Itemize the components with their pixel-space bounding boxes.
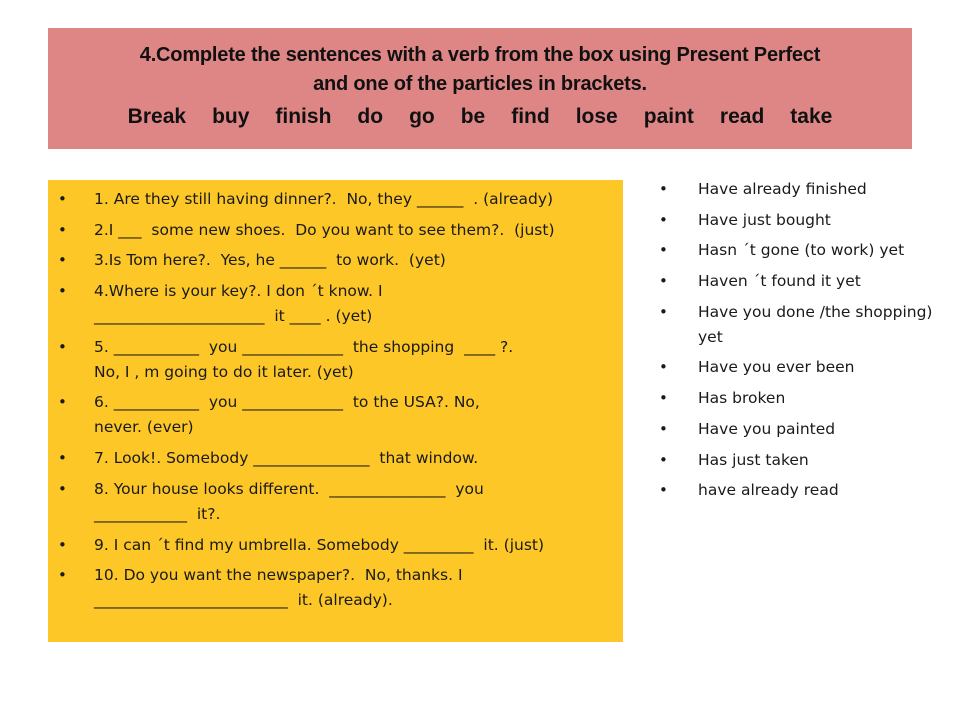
exercise-item: • 9. I can ´t find my umbrella. Somebody … xyxy=(48,533,623,558)
answer-item: • Have you painted xyxy=(656,417,946,442)
answer-text: Haven ´t found it yet xyxy=(698,272,861,291)
answer-text: Have you done /the shopping) yet xyxy=(698,302,933,346)
bullet-icon: • xyxy=(58,337,67,356)
bullet-icon: • xyxy=(659,272,668,291)
bullet-icon: • xyxy=(58,566,67,585)
answer-text: Have just bought xyxy=(698,210,831,229)
verb-word: lose xyxy=(575,105,618,128)
instruction-line-2: and one of the particles in brackets. xyxy=(313,73,647,95)
verb-word: finish xyxy=(275,105,332,128)
bullet-icon: • xyxy=(659,481,668,500)
bullet-icon: • xyxy=(659,241,668,260)
answer-text: Have you ever been xyxy=(698,358,855,377)
answer-item: • Hasn ´t gone (to work) yet xyxy=(656,238,946,263)
exercise-text: 4.Where is your key?. I don ´t know. I _… xyxy=(94,282,383,326)
bullet-icon: • xyxy=(659,302,668,321)
bullet-icon: • xyxy=(58,535,67,554)
verb-word: do xyxy=(357,105,384,128)
answer-text: Have you painted xyxy=(698,419,836,438)
answer-item: • Has broken xyxy=(656,386,946,411)
exercise-text: 5. ___________ you _____________ the sho… xyxy=(94,337,514,381)
answer-text: Have already finished xyxy=(698,180,867,198)
bullet-icon: • xyxy=(659,358,668,377)
exercise-item: • 6. ___________ you _____________ to the… xyxy=(48,390,623,440)
bullet-icon: • xyxy=(659,210,668,229)
bullet-icon: • xyxy=(58,479,67,498)
exercise-list: • 1. Are they still having dinner?. No, t… xyxy=(48,187,623,619)
bullet-icon: • xyxy=(659,450,668,469)
answer-item: • have already read xyxy=(656,478,946,503)
exercise-text: 3.Is Tom here?. Yes, he ______ to work. … xyxy=(94,251,446,270)
bullet-icon: • xyxy=(58,282,67,301)
bullet-icon: • xyxy=(58,251,67,270)
answer-item: • Have just bought xyxy=(656,208,946,233)
bullet-icon: • xyxy=(659,180,668,198)
verb-word: find xyxy=(511,105,550,128)
instruction-line-1: 4.Complete the sentences with a verb fro… xyxy=(139,44,821,66)
exercise-text: 2.I ___ some new shoes. Do you want to s… xyxy=(94,220,555,239)
exercise-text: 10. Do you want the newspaper?. No, than… xyxy=(94,566,463,610)
exercise-item: • 5. ___________ you _____________ the sh… xyxy=(48,335,623,385)
bullet-icon: • xyxy=(58,220,67,239)
exercise-panel: • 1. Are they still having dinner?. No, t… xyxy=(48,180,623,642)
exercise-item: • 10. Do you want the newspaper?. No, tha… xyxy=(48,563,623,613)
exercise-item: • 3.Is Tom here?. Yes, he ______ to work.… xyxy=(48,248,623,273)
answer-text: Has just taken xyxy=(698,450,809,469)
verb-word: buy xyxy=(212,105,250,128)
answer-item: • Have already finished xyxy=(656,177,946,202)
instruction-header: 4.Complete the sentences with a verb fro… xyxy=(48,28,912,149)
answer-key-list: • Have already finished • Have just bought… xyxy=(656,177,946,509)
exercise-text: 8. Your house looks different. _________… xyxy=(94,479,484,523)
verb-word: Break xyxy=(127,105,187,128)
exercise-text: 9. I can ´t find my umbrella. Somebody _… xyxy=(94,535,545,554)
bullet-icon: • xyxy=(659,389,668,408)
verb-word: read xyxy=(719,105,765,128)
exercise-item: • 2.I ___ some new shoes. Do you want to … xyxy=(48,218,623,243)
exercise-text: 6. ___________ you _____________ to the … xyxy=(94,393,480,437)
answer-text: Hasn ´t gone (to work) yet xyxy=(698,241,905,260)
answer-item: • Haven ´t found it yet xyxy=(656,269,946,294)
verb-word: be xyxy=(460,105,486,128)
answer-text: Has broken xyxy=(698,389,786,408)
bullet-icon: • xyxy=(58,393,67,412)
bullet-icon: • xyxy=(58,190,67,208)
verb-word: go xyxy=(409,105,435,128)
answer-item: • Have you ever been xyxy=(656,355,946,380)
exercise-item: • 7. Look!. Somebody _______________ that… xyxy=(48,446,623,471)
verb-box: Break buy finish do go be find lose pain… xyxy=(48,103,912,131)
exercise-item: • 1. Are they still having dinner?. No, t… xyxy=(48,187,623,212)
bullet-icon: • xyxy=(58,449,67,468)
verb-word: take xyxy=(790,105,833,128)
answer-item: • Has just taken xyxy=(656,448,946,473)
verb-word: paint xyxy=(643,105,694,128)
answer-item: • Have you done /the shopping) yet xyxy=(656,300,946,350)
exercise-item: • 8. Your house looks different. ________… xyxy=(48,477,623,527)
answer-text: have already read xyxy=(698,481,839,500)
exercise-text: 7. Look!. Somebody _______________ that … xyxy=(94,449,479,468)
exercise-item: • 4.Where is your key?. I don ´t know. I … xyxy=(48,279,623,329)
bullet-icon: • xyxy=(659,419,668,438)
exercise-text: 1. Are they still having dinner?. No, th… xyxy=(94,190,554,208)
